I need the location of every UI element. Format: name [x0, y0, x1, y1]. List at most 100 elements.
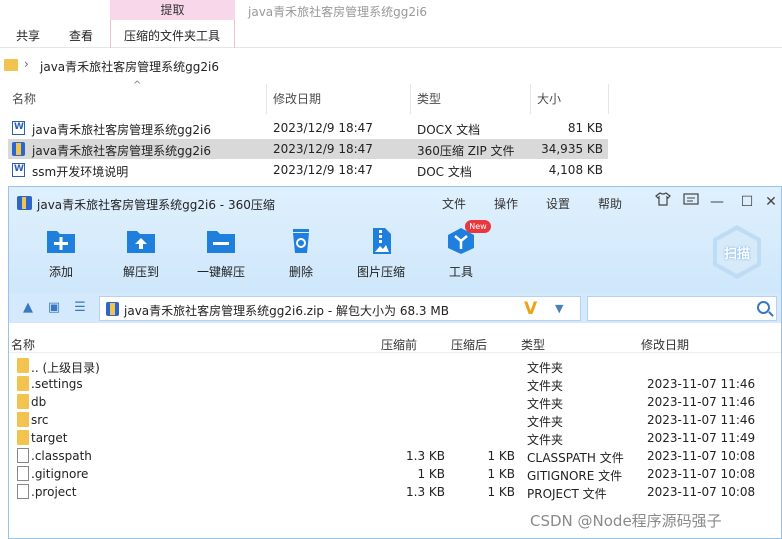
up-arrow-icon[interactable]: ▲	[21, 301, 35, 315]
folder-icon	[17, 430, 29, 445]
entry-date: 2023-11-07 11:46	[647, 395, 756, 409]
column-divider[interactable]	[530, 84, 531, 114]
column-divider[interactable]	[266, 84, 267, 114]
menu-operation[interactable]: 操作	[494, 195, 518, 212]
folder-icon	[17, 394, 29, 409]
entry-type: CLASSPATH 文件	[527, 451, 624, 465]
entry-date: 2023-11-07 11:46	[647, 377, 756, 391]
file-date: 2023/12/9 18:47	[273, 121, 373, 135]
col-name[interactable]: 名称	[11, 336, 35, 353]
delete-button[interactable]: 删除	[269, 227, 333, 283]
entry-name: src	[31, 413, 49, 427]
folder-icon	[4, 59, 18, 71]
image-compress-button[interactable]: 图片压缩	[349, 227, 413, 283]
image-compress-label: 图片压缩	[356, 265, 405, 279]
file-type: DOCX 文档	[417, 123, 481, 137]
zip-icon	[106, 302, 119, 316]
entry-type: PROJECT 文件	[527, 487, 607, 501]
scan-label: 扫描	[723, 247, 750, 262]
feedback-icon[interactable]	[680, 192, 702, 212]
archive-path-field[interactable]: java青禾旅社客房管理系统gg2i6.zip - 解包大小为 68.3 MB …	[99, 296, 581, 321]
tab-share[interactable]: 共享	[16, 27, 40, 44]
archive-row[interactable]: target 文件夹 2023-11-07 11:49	[9, 429, 781, 447]
file-type: DOC 文档	[417, 165, 472, 179]
archive-row[interactable]: .classpath 1.3 KB 1 KB CLASSPATH 文件 2023…	[9, 447, 781, 465]
column-type[interactable]: 类型	[417, 90, 441, 107]
entry-type: 文件夹	[527, 397, 564, 411]
thumbnail-view-icon[interactable]: ▣	[47, 301, 61, 315]
archive-row[interactable]: .settings 文件夹 2023-11-07 11:46	[9, 375, 781, 393]
entry-date: 2023-11-07 10:08	[647, 485, 756, 499]
one-click-extract-button[interactable]: 一键解压	[189, 227, 253, 283]
file-row[interactable]: java青禾旅社客房管理系统gg2i6 2023/12/9 18:47 DOCX…	[8, 118, 608, 138]
column-date[interactable]: 修改日期	[273, 90, 321, 107]
extract-to-button[interactable]: 解压到	[109, 227, 173, 283]
tools-label: 工具	[448, 265, 473, 279]
address-bar[interactable]: › java青禾旅社客房管理系统gg2i6	[0, 55, 782, 77]
archive-row[interactable]: .. (上级目录) 文件夹	[9, 357, 781, 375]
menu-settings[interactable]: 设置	[546, 195, 570, 212]
close-icon[interactable]: ✕	[760, 192, 782, 212]
col-date[interactable]: 修改日期	[641, 336, 689, 353]
column-divider[interactable]	[410, 84, 411, 114]
file-date: 2023/12/9 18:47	[273, 142, 373, 156]
zip-icon	[12, 142, 25, 156]
entry-type: 文件夹	[527, 361, 564, 375]
file-icon	[17, 448, 29, 463]
word-doc-icon	[12, 163, 25, 177]
explorer-ribbon: 提取 java青禾旅社客房管理系统gg2i6 共享 查看 压缩的文件夹工具	[0, 0, 782, 48]
delete-label: 删除	[288, 265, 313, 279]
file-row[interactable]: ssm开发环境说明 2023/12/9 18:47 DOC 文档 4,108 K…	[8, 160, 608, 180]
archive-row[interactable]: db 文件夹 2023-11-07 11:46	[9, 393, 781, 411]
file-name: java青禾旅社客房管理系统gg2i6	[32, 123, 211, 137]
menu-file[interactable]: 文件	[442, 195, 466, 212]
col-before[interactable]: 压缩前	[381, 336, 417, 353]
add-icon	[45, 227, 77, 255]
column-name[interactable]: 名称	[12, 90, 36, 107]
archive-row[interactable]: .project 1.3 KB 1 KB PROJECT 文件 2023-11-…	[9, 483, 781, 501]
file-date: 2023/12/9 18:47	[273, 163, 373, 177]
archive-row[interactable]: src 文件夹 2023-11-07 11:46	[9, 411, 781, 429]
file-name: java青禾旅社客房管理系统gg2i6	[32, 144, 211, 158]
tab-compressed-folder-tools[interactable]: 压缩的文件夹工具	[124, 27, 220, 44]
entry-name: .. (上级目录)	[31, 361, 100, 375]
add-label: 添加	[48, 265, 73, 279]
skin-shirt-icon[interactable]	[652, 192, 674, 212]
verified-v-icon[interactable]: V	[524, 299, 537, 319]
entry-name: db	[31, 395, 47, 409]
entry-type: GITIGNORE 文件	[527, 469, 623, 483]
nav-row: ▲ ▣ ☰ java青禾旅社客房管理系统gg2i6.zip - 解包大小为 68…	[9, 293, 781, 323]
file-row-selected[interactable]: java青禾旅社客房管理系统gg2i6 2023/12/9 18:47 360压…	[8, 139, 608, 159]
tab-view[interactable]: 查看	[69, 27, 93, 44]
address-path[interactable]: java青禾旅社客房管理系统gg2i6	[40, 58, 219, 75]
file-icon	[17, 466, 29, 481]
entry-name: .classpath	[31, 449, 92, 463]
maximize-icon[interactable]: ☐	[736, 192, 758, 212]
menu-help[interactable]: 帮助	[598, 195, 622, 212]
search-input[interactable]	[587, 296, 777, 321]
scan-button[interactable]: 扫描	[713, 225, 761, 279]
add-button[interactable]: 添加	[29, 227, 93, 283]
column-size[interactable]: 大小	[537, 90, 561, 107]
chevron-right-icon[interactable]: ›	[24, 57, 29, 71]
folder-icon	[17, 376, 29, 391]
tab-extract[interactable]: 提取	[110, 0, 235, 20]
new-badge: New	[465, 220, 491, 233]
archive-row[interactable]: .gitignore 1 KB 1 KB GITIGNORE 文件 2023-1…	[9, 465, 781, 483]
file-name: ssm开发环境说明	[32, 165, 129, 179]
col-after[interactable]: 压缩后	[451, 336, 487, 353]
entry-type: 文件夹	[527, 415, 564, 429]
entry-before: 1.3 KB	[406, 449, 445, 463]
search-icon[interactable]	[757, 301, 770, 314]
tools-button[interactable]: 工具	[429, 227, 493, 283]
entry-after: 1 KB	[487, 449, 515, 463]
entry-date: 2023-11-07 10:08	[647, 449, 756, 463]
file-icon	[17, 484, 29, 499]
column-divider[interactable]	[608, 84, 609, 114]
minimize-icon[interactable]: —	[706, 192, 728, 212]
extract-to-icon	[125, 227, 157, 255]
entry-before: 1 KB	[417, 467, 445, 481]
col-type[interactable]: 类型	[521, 336, 545, 353]
chevron-down-icon[interactable]: ▼	[555, 302, 563, 315]
list-view-icon[interactable]: ☰	[73, 301, 87, 315]
